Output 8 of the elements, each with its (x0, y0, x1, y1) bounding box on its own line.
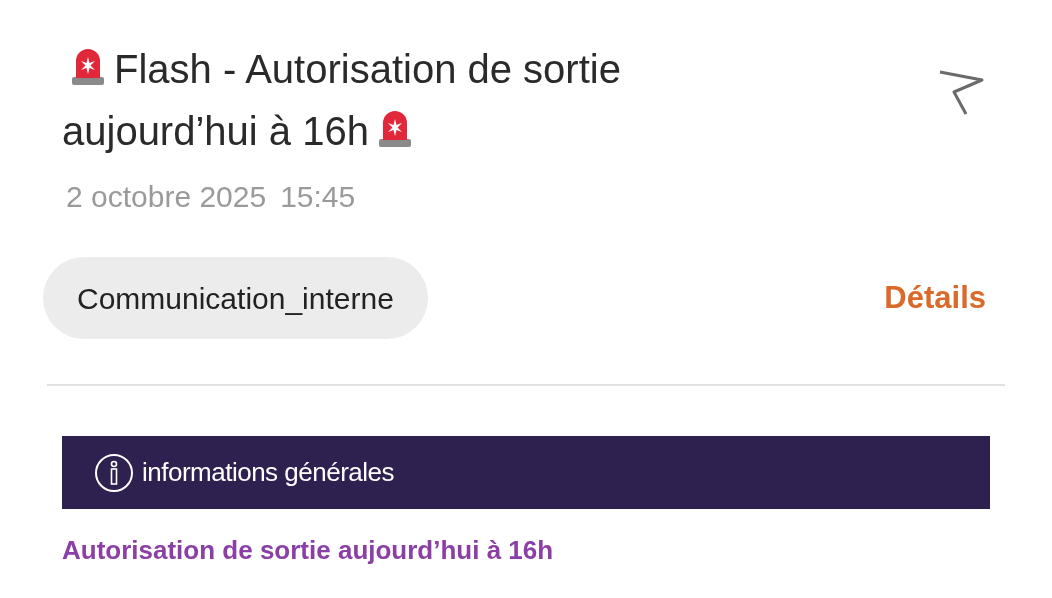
category-tag: Communication_interne (43, 257, 428, 339)
section-title: informations générales (142, 456, 395, 489)
message-time: 15:45 (280, 179, 356, 215)
message-date: 2 octobre 2025 (66, 179, 267, 215)
info-icon (94, 452, 134, 493)
body-heading: Autorisation de sortie aujourd’hui à 16h (61, 534, 555, 567)
details-link[interactable]: Détails (884, 274, 986, 322)
message-title: Flash - Autorisation de sortie aujourd’hui à 16h (62, 46, 622, 155)
